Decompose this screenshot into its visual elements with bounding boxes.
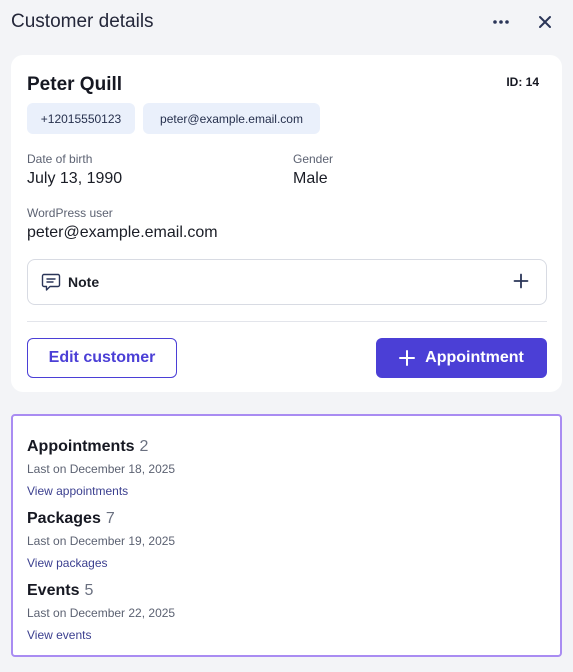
add-appointment-label: Appointment — [425, 349, 524, 366]
view-packages-link[interactable]: View packages — [27, 556, 108, 570]
events-title: Events 5 — [27, 582, 93, 600]
customer-name: Peter Quill — [27, 74, 123, 95]
events-last: Last on December 22, 2025 — [27, 606, 176, 620]
activity-summary: Appointments 2 Last on December 18, 2025 … — [11, 414, 562, 657]
panel-header: Customer details — [0, 0, 573, 44]
view-events-link[interactable]: View events — [27, 628, 91, 642]
more-horizontal-icon — [493, 20, 509, 24]
phone-chip[interactable]: +12015550123 — [27, 103, 135, 134]
divider — [27, 321, 547, 322]
gender-label: Gender — [293, 152, 334, 166]
appointments-title-text: Appointments — [27, 438, 135, 455]
wordpress-user-label: WordPress user — [27, 206, 113, 220]
add-note-icon[interactable] — [513, 273, 529, 289]
appointments-count: 2 — [139, 438, 149, 455]
events-count: 5 — [84, 582, 94, 599]
packages-last: Last on December 19, 2025 — [27, 534, 176, 548]
add-appointment-button[interactable]: Appointment — [376, 338, 547, 378]
plus-icon — [399, 350, 416, 366]
email-chip[interactable]: peter@example.email.com — [143, 103, 320, 134]
note-section[interactable]: Note — [27, 259, 547, 305]
edit-customer-button[interactable]: Edit customer — [27, 338, 177, 378]
appointments-last: Last on December 18, 2025 — [27, 462, 176, 476]
view-appointments-link[interactable]: View appointments — [27, 484, 128, 498]
appointments-title: Appointments 2 — [27, 438, 148, 456]
page-title: Customer details — [11, 11, 154, 32]
dob-label: Date of birth — [27, 152, 93, 166]
dob-value: July 13, 1990 — [27, 170, 123, 187]
gender-value: Male — [293, 170, 328, 187]
packages-count: 7 — [105, 510, 115, 527]
close-button[interactable] — [532, 9, 558, 35]
speech-bubble-icon — [41, 273, 61, 291]
customer-id: ID: 14 — [506, 75, 539, 89]
events-title-text: Events — [27, 582, 80, 599]
close-icon — [539, 16, 551, 28]
note-label: Note — [68, 274, 100, 290]
packages-title: Packages 7 — [27, 510, 115, 528]
packages-title-text: Packages — [27, 510, 101, 527]
customer-card: Peter Quill ID: 14 +12015550123 peter@ex… — [11, 55, 562, 392]
more-options-button[interactable] — [486, 9, 516, 35]
wordpress-user-value: peter@example.email.com — [27, 224, 218, 241]
